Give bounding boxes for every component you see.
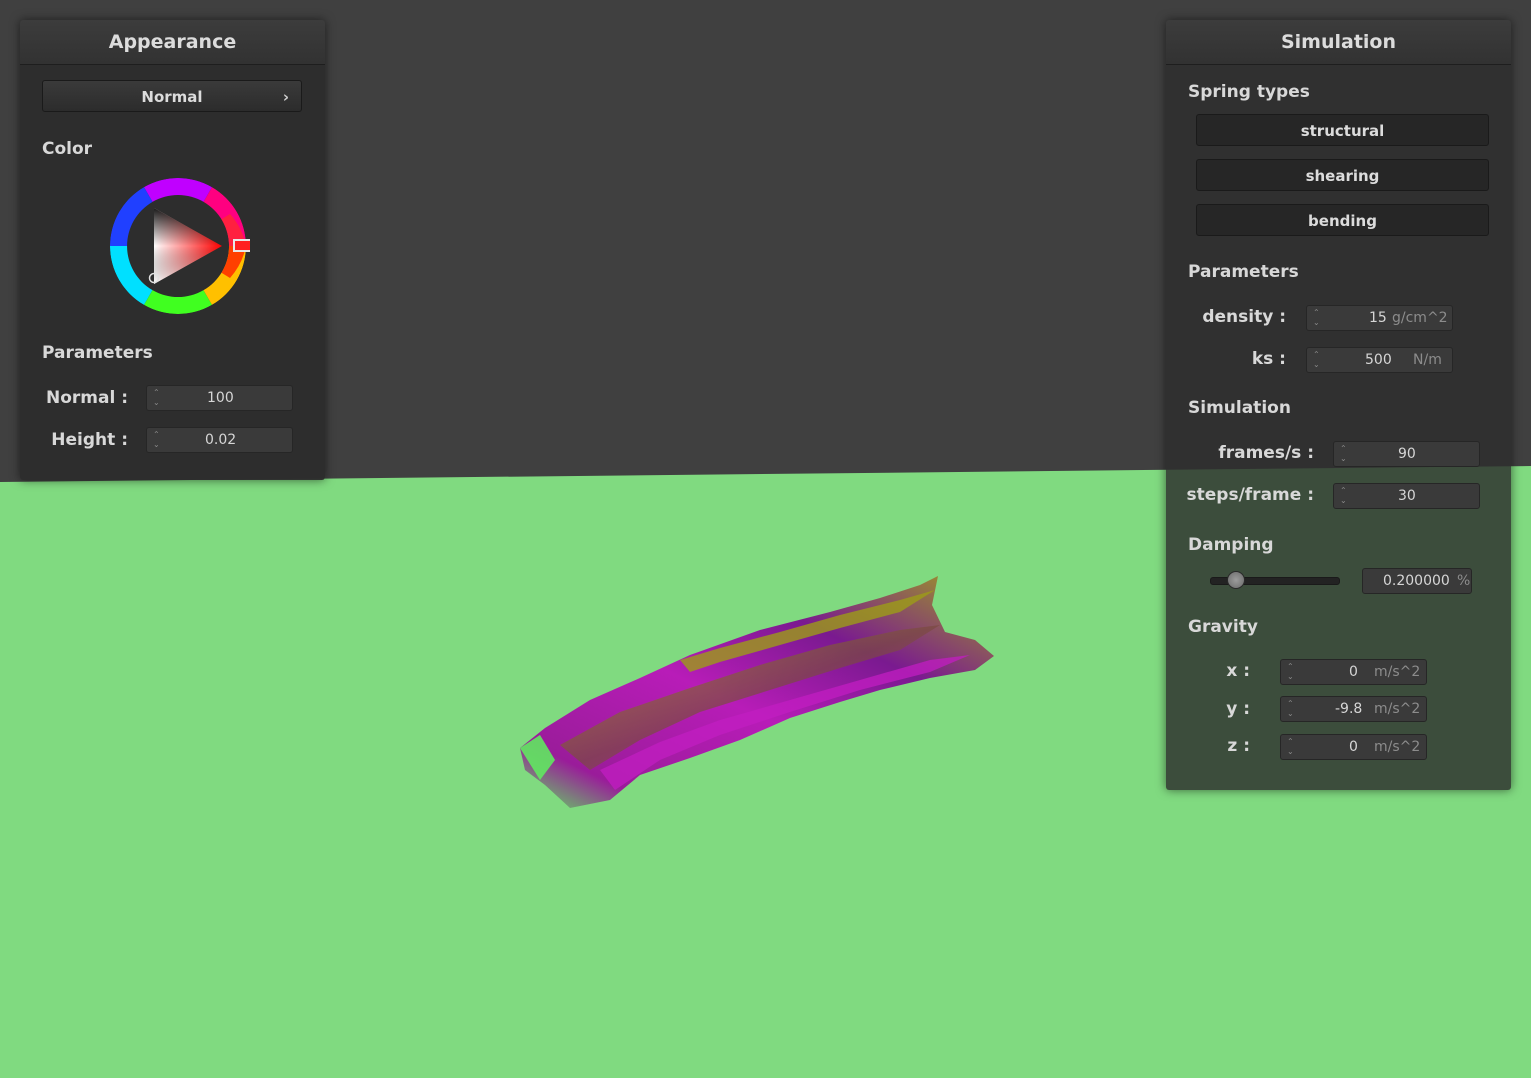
gravity-y-unit: m/s^2 [1374,701,1421,717]
spin-arrows-icon[interactable]: ⌃ ⌄ [1313,350,1321,370]
fps-label: frames/s : [1218,443,1314,463]
gravity-z-label: z : [1227,736,1250,756]
gravity-y-label: y : [1226,699,1250,719]
gravity-z-unit: m/s^2 [1374,739,1421,755]
simulation-parameters-title: Parameters [1188,262,1299,282]
shader-dropdown-label: Normal [141,88,203,106]
gravity-z-value: 0 [1349,739,1358,755]
ks-value: 500 [1365,352,1392,368]
appearance-panel: Appearance Normal › Color Parameters Nor… [20,20,325,480]
damping-unit: % [1457,573,1471,589]
structural-button-label: structural [1300,122,1385,140]
gravity-x-value: 0 [1349,664,1358,680]
height-label: Height : [51,430,128,450]
shearing-button-label: shearing [1305,167,1380,185]
bending-button[interactable]: bending [1196,204,1489,236]
gravity-x-input[interactable]: ⌃ ⌄ 0 m/s^2 [1280,659,1427,685]
fps-value: 90 [1398,446,1416,462]
damping-section-title: Damping [1188,535,1274,555]
spin-arrows-icon[interactable]: ⌃ ⌄ [1287,662,1295,682]
ks-input[interactable]: ⌃ ⌄ 500 N/m [1306,347,1453,373]
gravity-y-input[interactable]: ⌃ ⌄ -9.8 m/s^2 [1280,696,1427,722]
density-unit: g/cm^2 [1392,310,1448,326]
gravity-z-input[interactable]: ⌃ ⌄ 0 m/s^2 [1280,734,1427,760]
steps-value: 30 [1398,488,1416,504]
steps-input[interactable]: ⌃ ⌄ 30 [1333,483,1480,509]
density-input[interactable]: ⌃ ⌄ 15 g/cm^2 [1306,305,1453,331]
spin-arrows-icon[interactable]: ⌃ ⌄ [153,430,161,450]
gravity-section-title: Gravity [1188,617,1258,637]
bending-button-label: bending [1308,212,1377,230]
density-value: 15 [1369,310,1387,326]
shearing-button[interactable]: shearing [1196,159,1489,191]
height-value: 0.02 [205,432,237,448]
spring-types-title: Spring types [1188,82,1310,102]
ks-unit: N/m [1413,352,1442,368]
color-wheel[interactable] [106,174,250,318]
normal-value: 100 [207,390,234,406]
gravity-y-value: -9.8 [1335,701,1363,717]
hue-handle[interactable] [233,239,250,252]
structural-button[interactable]: structural [1196,114,1489,146]
chevron-right-icon: › [282,88,289,106]
steps-label: steps/frame : [1186,485,1314,505]
color-section-title: Color [42,139,93,159]
appearance-parameters-title: Parameters [42,343,153,363]
spin-arrows-icon[interactable]: ⌃ ⌄ [1287,737,1295,757]
damping-slider-knob[interactable] [1227,571,1245,589]
simulation-panel-title: Simulation [1166,20,1511,65]
gravity-x-label: x : [1226,661,1250,681]
spin-arrows-icon[interactable]: ⌃ ⌄ [1340,444,1348,464]
density-label: density : [1202,307,1286,327]
simulation-section-title: Simulation [1188,398,1291,418]
ks-label: ks : [1251,349,1286,369]
damping-input[interactable]: 0.200000 % [1362,568,1472,594]
fps-input[interactable]: ⌃ ⌄ 90 [1333,441,1480,467]
spin-arrows-icon[interactable]: ⌃ ⌄ [153,388,161,408]
gravity-x-unit: m/s^2 [1374,664,1421,680]
damping-value: 0.200000 [1383,573,1450,589]
spin-arrows-icon[interactable]: ⌃ ⌄ [1287,699,1295,719]
normal-label: Normal : [45,388,128,408]
normal-input[interactable]: ⌃ ⌄ 100 [146,385,293,411]
shader-dropdown[interactable]: Normal › [42,80,302,112]
spin-arrows-icon[interactable]: ⌃ ⌄ [1340,486,1348,506]
spin-arrows-icon[interactable]: ⌃ ⌄ [1313,308,1321,328]
simulation-panel: Simulation Spring types structural shear… [1166,20,1511,790]
appearance-panel-title: Appearance [20,20,325,65]
height-input[interactable]: ⌃ ⌄ 0.02 [146,427,293,453]
